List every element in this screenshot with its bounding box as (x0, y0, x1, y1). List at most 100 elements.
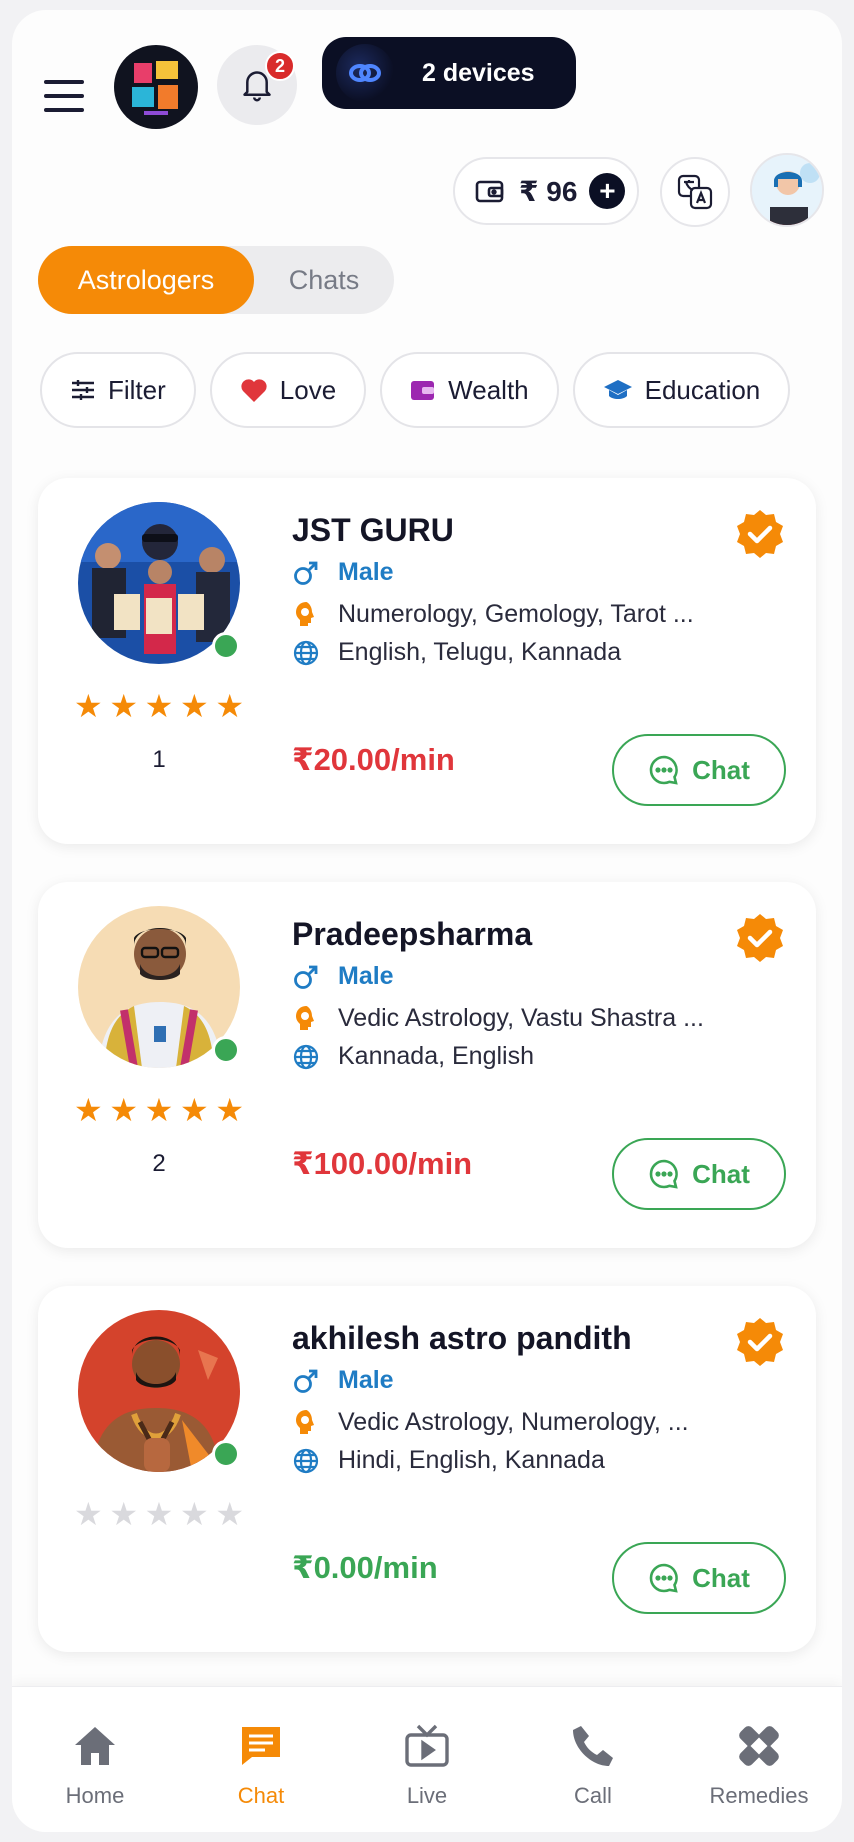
skills-text: Vedic Astrology, Vastu Shastra ... (338, 1004, 704, 1032)
online-indicator (212, 1036, 240, 1064)
education-chip-label: Education (644, 374, 761, 405)
languages-row: English, Telugu, Kannada (292, 638, 621, 667)
skills-row: Numerology, Gemology, Tarot ... (292, 600, 694, 629)
gender-row: Male (292, 1366, 394, 1395)
devices-label: 2 devices (422, 58, 535, 87)
languages-text: English, Telugu, Kannada (338, 638, 622, 666)
gender-label: Male (338, 558, 394, 586)
wallet-icon (475, 180, 504, 203)
star-filled-icon: ★ (109, 688, 139, 724)
skills-icon (292, 1005, 320, 1033)
star-filled-icon: ★ (215, 1092, 244, 1128)
notification-badge: 2 (265, 51, 295, 81)
chat-button-label: Chat (692, 1158, 750, 1189)
wealth-chip[interactable]: Wealth (380, 352, 559, 428)
nav-call[interactable]: Call (510, 1687, 676, 1832)
skills-row: Vedic Astrology, Vastu Shastra ... (292, 1004, 704, 1033)
globe-icon (292, 1043, 320, 1071)
devices-button[interactable]: 2 devices (322, 37, 576, 109)
chat-icon (238, 1721, 284, 1771)
skills-row: Vedic Astrology, Numerology, ... (292, 1408, 689, 1437)
chat-button-label: Chat (692, 1562, 750, 1593)
verified-badge-icon (737, 1318, 783, 1366)
rating-count: 2 (152, 1150, 166, 1177)
sliders-icon (70, 379, 96, 401)
star-empty-icon: ★ (215, 1496, 244, 1532)
rating-stars: ★ ★ ★ ★ ★ (74, 1498, 244, 1530)
link-icon (336, 44, 394, 102)
nav-remedies[interactable]: Remedies (676, 1687, 842, 1832)
price-per-min: ₹100.00/min (292, 1146, 473, 1181)
price-per-min: ₹0.00/min (292, 1550, 438, 1585)
astrologer-name: Pradeepsharma (292, 916, 533, 952)
gender-label: Male (338, 962, 394, 990)
star-empty-icon: ★ (179, 1496, 209, 1532)
translate-icon (677, 174, 713, 210)
languages-text: Kannada, English (338, 1042, 534, 1070)
astrologer-card[interactable]: ★ ★ ★ ★ ★ 1 JST GURU Male Numerology, Gemolo… (38, 478, 816, 844)
star-empty-icon: ★ (74, 1496, 103, 1532)
verified-badge-icon (737, 914, 783, 962)
nav-live[interactable]: Live (344, 1687, 510, 1832)
star-empty-icon: ★ (109, 1496, 139, 1532)
nav-chat[interactable]: Chat (178, 1687, 344, 1832)
education-chip[interactable]: Education (572, 352, 791, 428)
nav-call-label: Call (574, 1783, 612, 1808)
star-filled-icon: ★ (144, 1092, 174, 1128)
languages-row: Hindi, English, Kannada (292, 1446, 605, 1475)
online-indicator (212, 632, 240, 660)
wallet-currency: ₹ (519, 175, 539, 207)
love-chip-label: Love (279, 374, 337, 405)
gender-row: Male (292, 558, 394, 587)
chat-button-label: Chat (692, 754, 750, 785)
chat-button[interactable]: Chat (612, 1542, 786, 1614)
nav-live-label: Live (406, 1783, 448, 1808)
rating-count: 1 (152, 746, 166, 773)
star-filled-icon: ★ (179, 688, 209, 724)
language-button[interactable] (660, 157, 730, 227)
tv-icon (404, 1721, 450, 1771)
astrologer-name: JST GURU (292, 512, 454, 548)
filter-chip[interactable]: Filter (40, 352, 196, 428)
home-icon (73, 1721, 117, 1771)
chat-button[interactable]: Chat (612, 734, 786, 806)
app-logo[interactable] (114, 45, 198, 129)
male-icon (292, 1367, 320, 1395)
star-filled-icon: ★ (179, 1092, 209, 1128)
gender-row: Male (292, 962, 394, 991)
astrologer-card[interactable]: ★ ★ ★ ★ ★ akhilesh astro pandith Male Vedic … (38, 1286, 816, 1652)
wealth-chip-label: Wealth (448, 374, 529, 405)
astrologer-card[interactable]: ★ ★ ★ ★ ★ 2 Pradeepsharma Male Vedic Astrolo… (38, 882, 816, 1248)
notifications-button[interactable]: 2 (217, 45, 297, 125)
astrologer-name: akhilesh astro pandith (292, 1320, 632, 1356)
male-icon (292, 559, 320, 587)
verified-badge-icon (737, 510, 783, 558)
chat-button[interactable]: Chat (612, 1138, 786, 1210)
chat-bubble-icon (648, 1158, 680, 1190)
wallet-amount: 96 (546, 175, 578, 207)
globe-icon (292, 639, 320, 667)
star-filled-icon: ★ (144, 688, 174, 724)
skills-text: Numerology, Gemology, Tarot ... (338, 600, 694, 628)
star-filled-icon: ★ (74, 688, 103, 724)
star-filled-icon: ★ (215, 688, 244, 724)
user-avatar[interactable] (750, 153, 824, 227)
love-chip[interactable]: Love (209, 352, 367, 428)
online-indicator (212, 1440, 240, 1468)
phone-icon (571, 1721, 615, 1771)
globe-icon (292, 1447, 320, 1475)
wallet-button[interactable]: ₹ 96 + (453, 157, 639, 225)
menu-icon[interactable] (44, 80, 84, 112)
tab-chats[interactable]: Chats (254, 246, 394, 314)
tab-astrologers[interactable]: Astrologers (38, 246, 254, 314)
nav-chat-label: Chat (237, 1783, 285, 1808)
add-money-icon[interactable]: + (589, 173, 626, 209)
nav-home[interactable]: Home (12, 1687, 178, 1832)
languages-row: Kannada, English (292, 1042, 534, 1071)
chat-bubble-icon (648, 1562, 680, 1594)
rating-stars: ★ ★ ★ ★ ★ (74, 690, 244, 722)
male-icon (292, 963, 320, 991)
nav-home-label: Home (65, 1783, 125, 1808)
bottom-nav: Home Chat Live Call Remedies (12, 1686, 842, 1832)
filter-chips: Filter Love Wealth Education (40, 352, 791, 428)
